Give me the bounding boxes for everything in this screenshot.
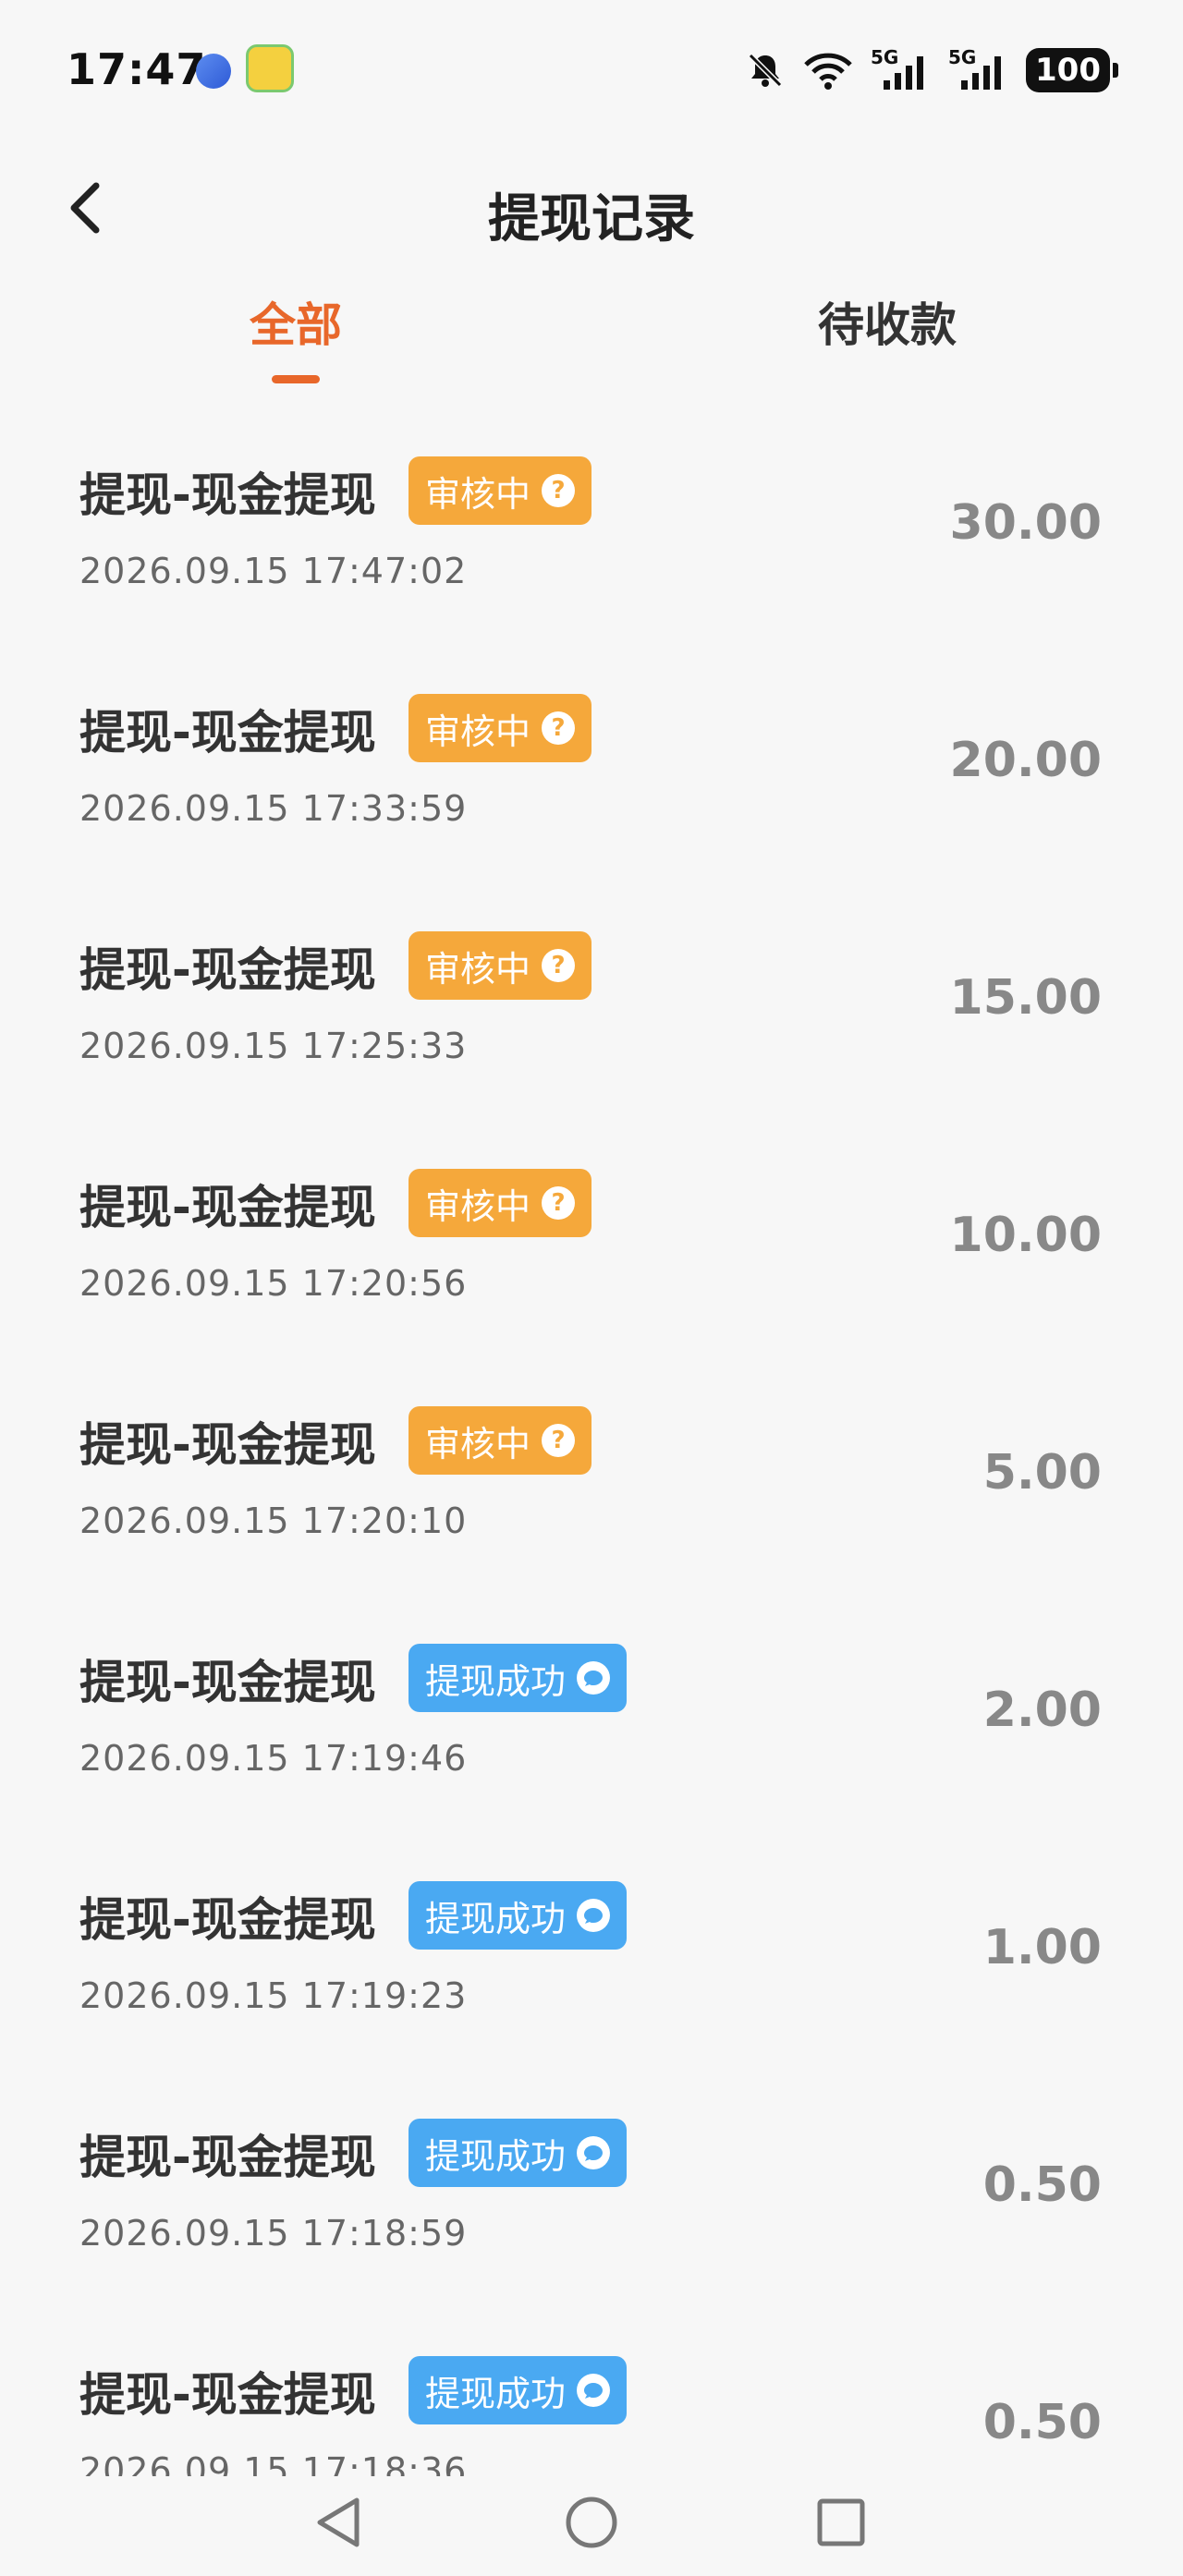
status-badge[interactable]: 提现成功 (409, 2356, 628, 2424)
triangle-back-icon (317, 2497, 360, 2547)
header: 提现记录 (0, 157, 1183, 259)
record-time: 2026.09.15 17:20:10 (79, 1501, 468, 1541)
system-nav-bar (0, 2476, 1183, 2576)
record-time: 2026.09.15 17:20:56 (79, 1263, 468, 1304)
status-badge[interactable]: 审核中 ? (409, 456, 592, 525)
browser-app-icon (196, 54, 231, 89)
chat-bubble-icon (577, 2136, 611, 2169)
question-icon[interactable]: ? (542, 474, 576, 507)
network-label: 5G (948, 47, 976, 68)
record-title: 提现-现金提现 (79, 943, 376, 997)
list-item[interactable]: 提现-现金提现 审核中 ? 2026.09.15 17:47:02 30.00 (0, 407, 1183, 644)
tab-bar: 全部 待收款 (0, 277, 1183, 397)
record-title: 提现-现金提现 (79, 2368, 376, 2422)
status-label: 审核中 (425, 473, 531, 515)
status-label: 提现成功 (425, 1660, 567, 1702)
record-title: 提现-现金提现 (79, 1656, 376, 1709)
circle-home-icon (566, 2497, 617, 2548)
battery-level: 100 (1026, 48, 1110, 92)
nav-home-button[interactable] (555, 2485, 628, 2559)
status-badge[interactable]: 审核中 ? (409, 1406, 592, 1475)
record-amount: 2.00 (982, 1683, 1102, 1738)
record-time: 2026.09.15 17:19:46 (79, 1738, 468, 1779)
record-amount: 0.50 (982, 2157, 1102, 2213)
list-item[interactable]: 提现-现金提现 提现成功 2026.09.15 17:19:46 2.00 (0, 1594, 1183, 1831)
status-badge[interactable]: 审核中 ? (409, 1169, 592, 1237)
record-title: 提现-现金提现 (79, 1181, 376, 1234)
battery-icon: 100 (1026, 48, 1118, 92)
record-time: 2026.09.15 17:18:59 (79, 2213, 468, 2254)
status-label: 审核中 (425, 948, 531, 990)
tab-pending[interactable]: 待收款 (739, 288, 1035, 355)
nav-back-button[interactable] (301, 2485, 375, 2559)
record-title: 提现-现金提现 (79, 1893, 376, 1947)
game-app-icon (246, 44, 294, 92)
question-icon[interactable]: ? (542, 711, 576, 745)
question-icon[interactable]: ? (542, 949, 576, 982)
record-time: 2026.09.15 17:47:02 (79, 551, 468, 591)
record-time: 2026.09.15 17:33:59 (79, 788, 468, 829)
status-bar: 17:47 5G 5G 100 (0, 0, 1183, 139)
wifi-icon (804, 53, 852, 90)
page-title: 提现记录 (488, 189, 695, 249)
question-icon[interactable]: ? (542, 1424, 576, 1457)
record-title: 提现-现金提现 (79, 2131, 376, 2184)
status-label: 提现成功 (425, 2373, 567, 2414)
active-tab-indicator (272, 375, 320, 383)
status-badge[interactable]: 审核中 ? (409, 694, 592, 762)
record-amount: 10.00 (949, 1208, 1102, 1263)
record-time: 2026.09.15 17:25:33 (79, 1026, 468, 1066)
status-label: 审核中 (425, 711, 531, 752)
status-badge[interactable]: 提现成功 (409, 1644, 628, 1712)
status-label: 提现成功 (425, 2135, 567, 2177)
status-label: 提现成功 (425, 1898, 567, 1939)
question-icon[interactable]: ? (542, 1186, 576, 1220)
record-title: 提现-现金提现 (79, 468, 376, 522)
record-amount: 20.00 (949, 733, 1102, 788)
signal-5g-icon: 5G (871, 47, 924, 90)
record-amount: 15.00 (949, 970, 1102, 1026)
status-badge[interactable]: 审核中 ? (409, 931, 592, 1000)
chat-bubble-icon (577, 1661, 611, 1695)
list-item[interactable]: 提现-现金提现 审核中 ? 2026.09.15 17:20:56 10.00 (0, 1119, 1183, 1356)
bell-muted-icon (748, 53, 783, 88)
status-badge[interactable]: 提现成功 (409, 2119, 628, 2187)
list-item[interactable]: 提现-现金提现 审核中 ? 2026.09.15 17:33:59 20.00 (0, 644, 1183, 881)
signal-5g-icon: 5G (948, 47, 1002, 90)
status-badge[interactable]: 提现成功 (409, 1881, 628, 1950)
status-time: 17:47 (67, 44, 207, 94)
chat-bubble-icon (577, 1899, 611, 1932)
withdrawal-record-list: 提现-现金提现 审核中 ? 2026.09.15 17:47:02 30.00 … (0, 407, 1183, 2544)
network-label: 5G (871, 47, 898, 68)
record-amount: 0.50 (982, 2395, 1102, 2450)
tab-all[interactable]: 全部 (148, 288, 444, 355)
status-icons: 5G 5G 100 (745, 44, 1118, 96)
nav-recents-button[interactable] (804, 2485, 878, 2559)
chat-bubble-icon (577, 2374, 611, 2407)
record-amount: 5.00 (982, 1445, 1102, 1501)
record-title: 提现-现金提现 (79, 1418, 376, 1472)
list-item[interactable]: 提现-现金提现 提现成功 2026.09.15 17:19:23 1.00 (0, 1831, 1183, 2069)
record-amount: 1.00 (982, 1920, 1102, 1975)
status-label: 审核中 (425, 1185, 531, 1227)
record-amount: 30.00 (949, 495, 1102, 551)
record-title: 提现-现金提现 (79, 706, 376, 759)
record-time: 2026.09.15 17:19:23 (79, 1975, 468, 2016)
list-item[interactable]: 提现-现金提现 提现成功 2026.09.15 17:18:59 0.50 (0, 2069, 1183, 2306)
square-recents-icon (817, 2498, 865, 2546)
list-item[interactable]: 提现-现金提现 审核中 ? 2026.09.15 17:25:33 15.00 (0, 881, 1183, 1119)
status-label: 审核中 (425, 1423, 531, 1464)
list-item[interactable]: 提现-现金提现 审核中 ? 2026.09.15 17:20:10 5.00 (0, 1356, 1183, 1594)
